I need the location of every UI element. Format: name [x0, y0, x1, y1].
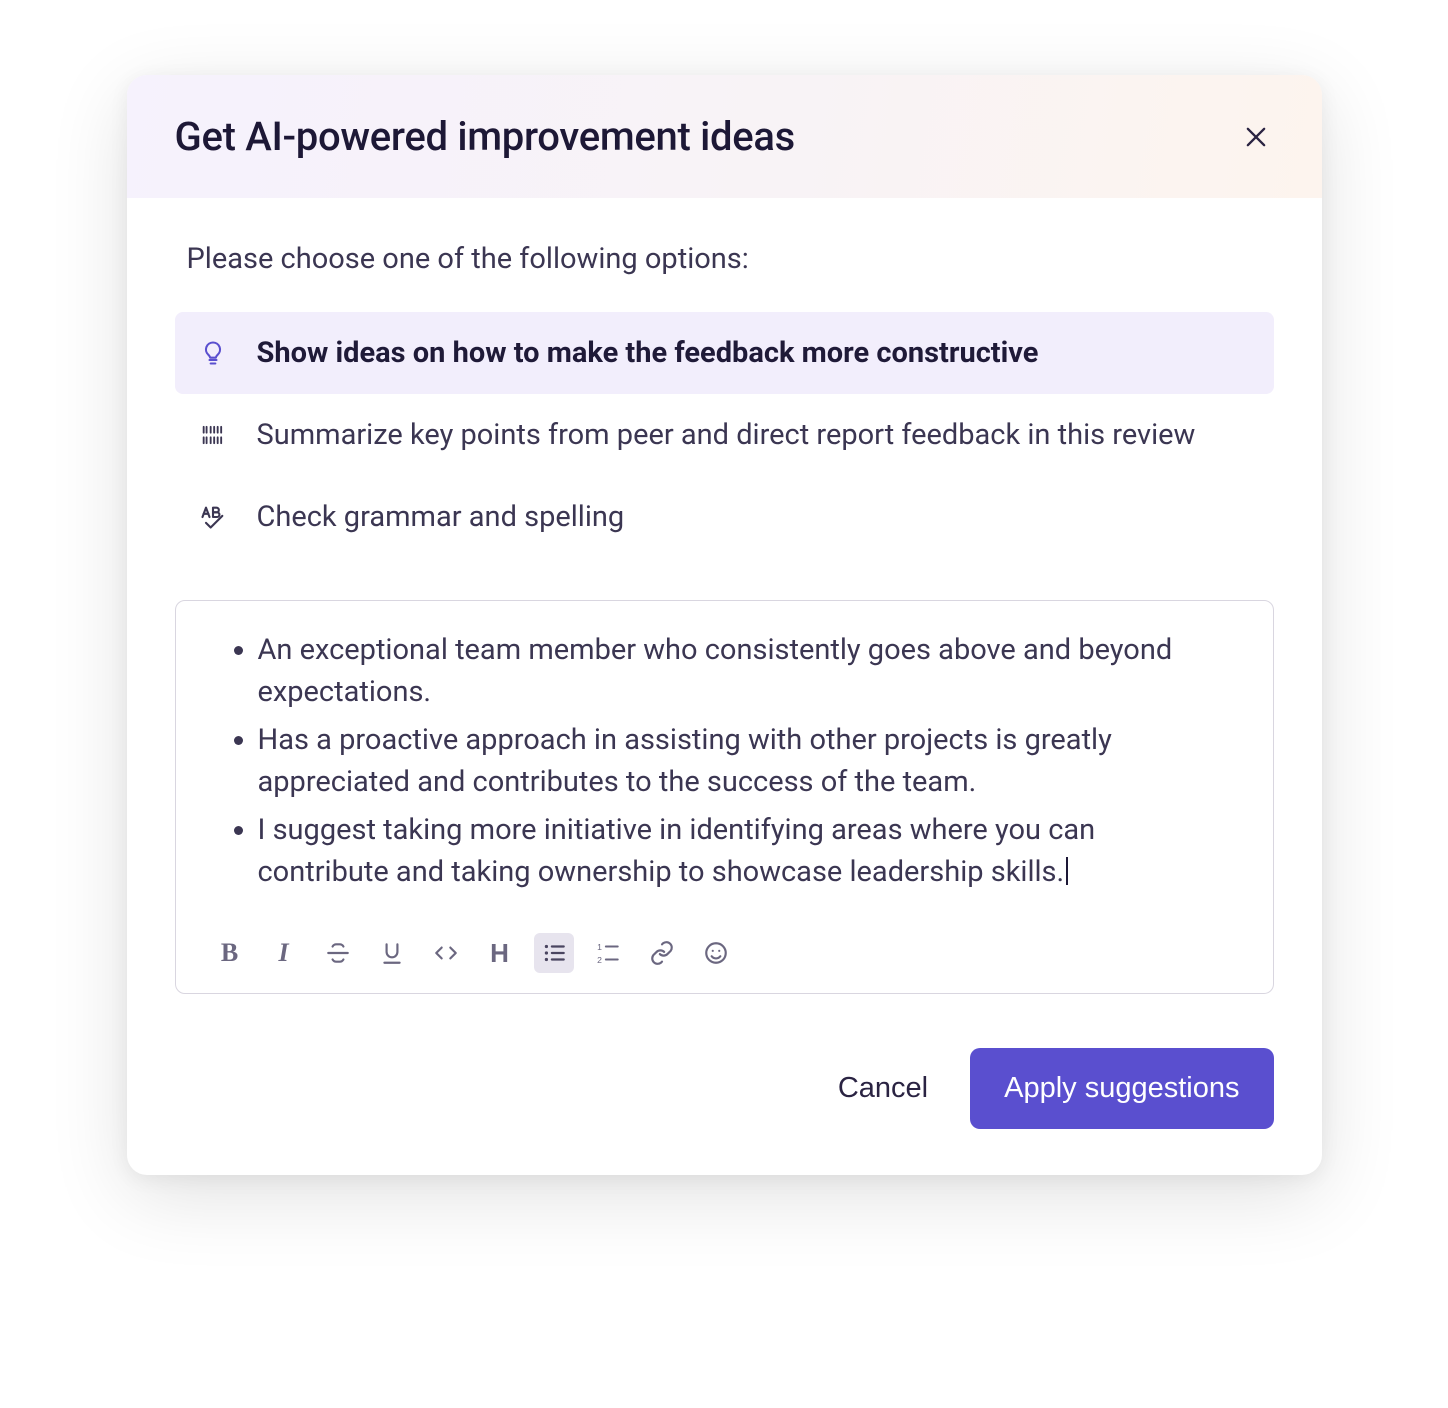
underline-button[interactable] — [372, 933, 412, 973]
svg-text:2: 2 — [597, 955, 602, 965]
option-constructive-feedback[interactable]: Show ideas on how to make the feedback m… — [175, 312, 1274, 394]
strikethrough-icon — [325, 940, 351, 966]
code-icon — [433, 940, 459, 966]
modal-footer: Cancel Apply suggestions — [127, 1004, 1322, 1175]
link-button[interactable] — [642, 933, 682, 973]
modal-title: Get AI-powered improvement ideas — [175, 113, 795, 160]
modal-header: Get AI-powered improvement ideas — [127, 75, 1322, 198]
emoji-button[interactable] — [696, 933, 736, 973]
option-label: Show ideas on how to make the feedback m… — [257, 336, 1039, 370]
options-list: Show ideas on how to make the feedback m… — [175, 312, 1274, 558]
ai-suggestions-modal: Get AI-powered improvement ideas Please … — [127, 75, 1322, 1175]
bullet-item: Has a proactive approach in assisting wi… — [258, 719, 1225, 803]
numbered-list-icon: 1 2 — [595, 940, 621, 966]
numbered-list-button[interactable]: 1 2 — [588, 933, 628, 973]
link-icon — [649, 940, 675, 966]
bullet-list-button[interactable] — [534, 933, 574, 973]
bold-icon: B — [221, 938, 238, 968]
close-icon — [1242, 123, 1270, 151]
italic-button[interactable]: I — [264, 933, 304, 973]
bullet-list-icon — [541, 940, 567, 966]
editor-content[interactable]: An exceptional team member who consisten… — [206, 629, 1243, 917]
prompt-text: Please choose one of the following optio… — [175, 242, 1274, 276]
bold-button[interactable]: B — [210, 933, 250, 973]
close-button[interactable] — [1238, 119, 1274, 155]
apply-suggestions-button[interactable]: Apply suggestions — [970, 1048, 1273, 1129]
option-label: Summarize key points from peer and direc… — [257, 418, 1196, 452]
strikethrough-button[interactable] — [318, 933, 358, 973]
spellcheck-icon — [197, 501, 229, 533]
svg-text:1: 1 — [597, 942, 602, 952]
modal-body: Please choose one of the following optio… — [127, 198, 1322, 1004]
option-label: Check grammar and spelling — [257, 500, 625, 534]
cancel-button[interactable]: Cancel — [830, 1062, 936, 1115]
bullet-item: An exceptional team member who consisten… — [258, 629, 1225, 713]
editor-toolbar: B I — [206, 917, 1243, 979]
option-grammar-check[interactable]: Check grammar and spelling — [175, 476, 1274, 558]
bullet-item: I suggest taking more initiative in iden… — [258, 809, 1225, 893]
feedback-editor[interactable]: An exceptional team member who consisten… — [175, 600, 1274, 994]
code-button[interactable] — [426, 933, 466, 973]
lightbulb-icon — [197, 337, 229, 369]
italic-icon: I — [278, 938, 288, 968]
underline-icon — [379, 940, 405, 966]
heading-icon: H — [490, 938, 509, 969]
text-cursor — [1064, 855, 1068, 889]
barcode-icon — [197, 419, 229, 451]
option-summarize-feedback[interactable]: Summarize key points from peer and direc… — [175, 394, 1274, 476]
heading-button[interactable]: H — [480, 933, 520, 973]
emoji-icon — [703, 940, 729, 966]
